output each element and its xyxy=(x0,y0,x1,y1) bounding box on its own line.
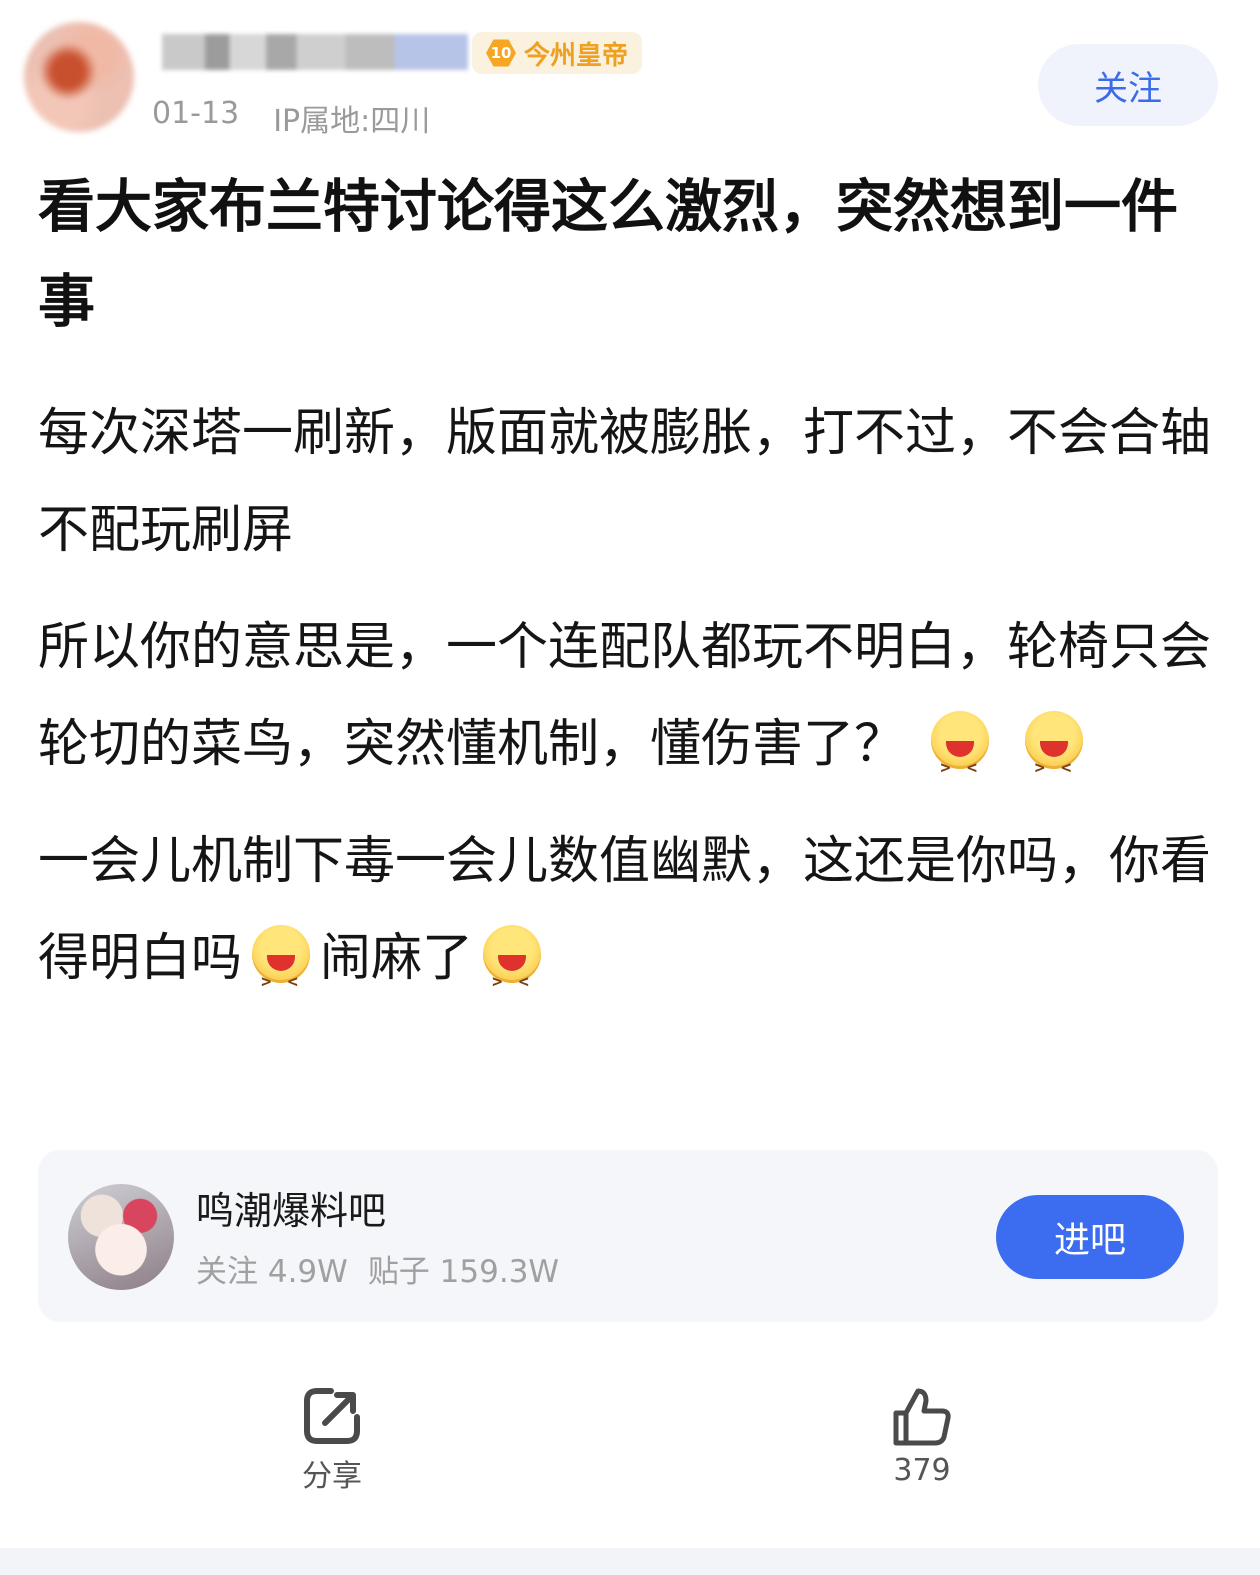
level-badge: 10 今州皇帝 xyxy=(472,32,643,74)
laughing-emoji-icon xyxy=(1025,711,1084,817)
username-blurred[interactable] xyxy=(162,34,468,70)
forum-avatar[interactable] xyxy=(68,1184,174,1290)
level-name: 今州皇帝 xyxy=(524,40,629,71)
user-avatar[interactable] xyxy=(24,22,134,132)
bottom-divider xyxy=(0,1548,1260,1575)
post-date: 01-13 xyxy=(152,96,240,131)
like-button[interactable]: 379 xyxy=(852,1385,992,1488)
post-text: 一会儿机制下毒一会儿数值幽默，这还是你吗，你看得明白吗 xyxy=(38,832,1212,988)
forum-followers: 关注 4.9W xyxy=(196,1254,348,1290)
laughing-emoji-icon xyxy=(931,711,990,817)
enter-forum-button[interactable]: 进吧 xyxy=(996,1195,1184,1279)
post-paragraph: 每次深塔一刷新，版面就被膨胀，打不过，不会合轴不配玩刷屏 xyxy=(38,404,1212,560)
post-title: 看大家布兰特讨论得这么激烈，突然想到一件事 xyxy=(38,174,1178,335)
follow-button[interactable]: 关注 xyxy=(1038,44,1218,126)
post-paragraph: 一会儿机制下毒一会儿数值幽默，这还是你吗，你看得明白吗闹麻了 xyxy=(38,813,1228,1031)
like-count: 379 xyxy=(893,1453,951,1488)
forum-posts: 贴子 159.3W xyxy=(367,1254,560,1290)
post-meta: 01-13 IP属地:四川 xyxy=(152,96,430,140)
share-button[interactable]: 分享 xyxy=(262,1385,402,1495)
thumbs-up-icon xyxy=(893,1388,951,1446)
forum-name[interactable]: 鸣潮爆料吧 xyxy=(196,1180,386,1235)
post-text: 闹麻了 xyxy=(320,929,474,988)
post-paragraph: 所以你的意思是，一个连配队都玩不明白，轮椅只会轮切的菜鸟，突然懂机制，懂伤害了？ xyxy=(38,599,1228,817)
forum-card[interactable]: 鸣潮爆料吧 关注 4.9W 贴子 159.3W 进吧 xyxy=(38,1150,1218,1322)
laughing-emoji-icon xyxy=(252,925,311,1031)
post-header: 10 今州皇帝 01-13 IP属地:四川 关注 xyxy=(0,0,1260,150)
post-body: 每次深塔一刷新，版面就被膨胀，打不过，不会合轴不配玩刷屏 所以你的意思是，一个连… xyxy=(38,385,1228,1031)
forum-stats: 关注 4.9W 贴子 159.3W xyxy=(196,1246,559,1291)
ip-location: IP属地:四川 xyxy=(273,104,431,139)
share-icon xyxy=(304,1388,360,1444)
laughing-emoji-icon xyxy=(483,925,542,1031)
share-label: 分享 xyxy=(302,1459,362,1494)
level-icon: 10 xyxy=(486,39,516,67)
